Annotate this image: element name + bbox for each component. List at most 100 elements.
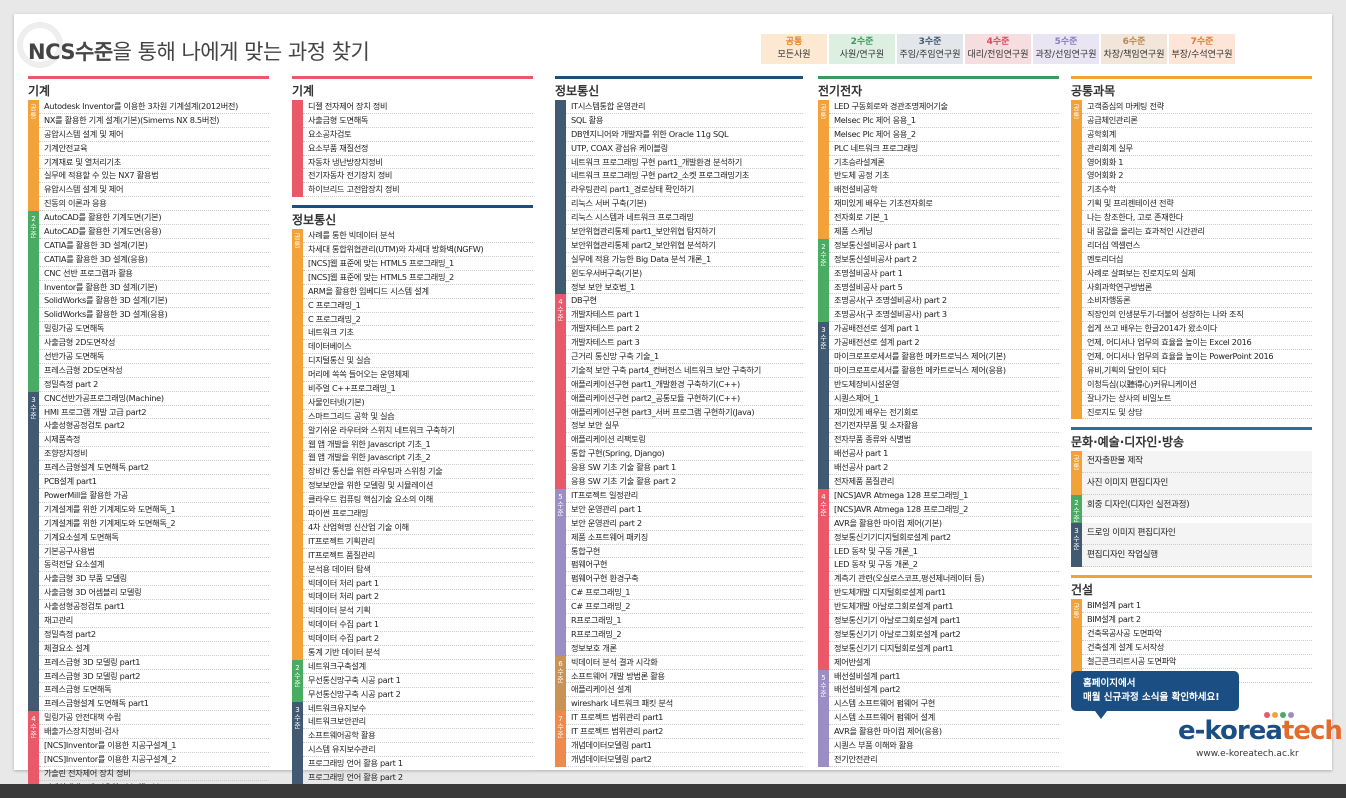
course-item[interactable]: 전기자동차 전기장치 정비 [303, 169, 533, 184]
course-item[interactable]: 동력전달 요소설계 [39, 558, 269, 573]
course-item[interactable]: 가솔린 전자제어 장치 정비 [39, 767, 269, 781]
course-item[interactable]: 네트워크보안관리 [303, 715, 533, 730]
course-item[interactable]: 기초수학 [1082, 183, 1312, 198]
course-item[interactable]: Melsec Plc 제어 응용_1 [829, 114, 1059, 128]
course-item[interactable]: R프로그래밍_2 [566, 628, 803, 642]
course-item[interactable]: 윈도우서버구축(기본) [566, 267, 803, 281]
course-item[interactable]: 조명설비공사 part 5 [829, 281, 1059, 295]
course-item[interactable]: 쉽게 쓰고 배우는 한글2014가 왔소이다 [1082, 322, 1312, 337]
course-item[interactable]: 사출금형 3D 어셈블리 모델링 [39, 586, 269, 601]
course-item[interactable]: 파이썬 프로그래밍 [303, 507, 533, 521]
course-item[interactable]: 소비자행동론 [1082, 294, 1312, 309]
course-item[interactable]: 웹 앱 개발을 위한 Javascript 기초_1 [303, 438, 533, 452]
course-item[interactable]: 조향장치정비 [39, 447, 269, 462]
course-item[interactable]: C# 프로그래밍_2 [566, 600, 803, 614]
course-item[interactable]: 제품 스케닝 [829, 225, 1059, 239]
website-url[interactable]: www.e-koreatech.ac.kr [1196, 749, 1299, 759]
course-item[interactable]: 유압시스템 설계 및 제어 [39, 183, 269, 198]
course-item[interactable]: 애플리케이션 설계 [566, 683, 803, 698]
course-item[interactable]: 전자제품 품질관리 [829, 475, 1059, 489]
course-item[interactable]: Autodesk Inventor를 이용한 3차원 기계설계(2012버전) [39, 100, 269, 114]
course-item[interactable]: IT 프로젝트 범위관리 part1 [566, 711, 803, 726]
course-item[interactable]: AutoCAD를 활용한 기계도면(응용) [39, 225, 269, 239]
course-item[interactable]: 사출금형 도면해독 [303, 114, 533, 128]
course-item[interactable]: 계측기 관련(오실로스코프,평션제너레이터 등) [829, 572, 1059, 587]
course-item[interactable]: 소프트웨어 개발 방법론 활용 [566, 670, 803, 684]
course-item[interactable]: C 프로그래밍_1 [303, 299, 533, 313]
course-item[interactable]: 차세대 통합위협관리(UTM)와 차세대 방화벽(NGFW) [303, 243, 533, 258]
course-item[interactable]: 시스템 소프트웨어 펌웨어 설계 [829, 711, 1059, 726]
course-item[interactable]: 정밀측정 part 2 [39, 378, 269, 392]
course-item[interactable]: PCB설계 part1 [39, 475, 269, 489]
course-item[interactable]: [NCS]AVR Atmega 128 프로그래밍_2 [829, 503, 1059, 517]
course-item[interactable]: 사례로 살펴보는 진로지도의 실제 [1082, 267, 1312, 281]
course-item[interactable]: 근거리 통신망 구축 기술_1 [566, 350, 803, 364]
course-item[interactable]: 장비간 통신을 위한 라우팅과 스위칭 기술 [303, 465, 533, 480]
course-item[interactable]: 영어회화 1 [1082, 156, 1312, 170]
course-item[interactable]: 반도체개발 디지털회로설계 part1 [829, 586, 1059, 601]
course-item[interactable]: 전기안전관리 [829, 753, 1059, 767]
course-item[interactable]: 응용 SW 기초 기술 활용 part 2 [566, 475, 803, 489]
course-item[interactable]: 개발자테스트 part 3 [566, 336, 803, 351]
course-item[interactable]: [NCS]웹 표준에 맞는 HTML5 프로그래밍_2 [303, 271, 533, 285]
course-item[interactable]: 사출성형공정검토 part2 [39, 419, 269, 434]
course-item[interactable]: wireshark 네트워크 패킷 분석 [566, 697, 803, 712]
course-item[interactable]: PowerMill을 활용한 가공 [39, 489, 269, 503]
course-item[interactable]: 고객중심의 마케팅 전략 [1082, 100, 1312, 114]
course-item[interactable]: AutoCAD를 활용한 기계도면(기본) [39, 211, 269, 226]
course-item[interactable]: 펌웨어구현 환경구축 [566, 572, 803, 587]
course-item[interactable]: SolidWorks를 활용한 3D 설계(응용) [39, 308, 269, 323]
course-item[interactable]: 편집디자인 작업실행 [1082, 545, 1312, 568]
course-item[interactable]: 디젤 전자제어 장치 정비 [303, 100, 533, 114]
course-item[interactable]: [NCS]Inventor를 이용한 치공구설계_1 [39, 739, 269, 753]
course-item[interactable]: 실무에 적용 가능한 Big Data 분석 개론_1 [566, 253, 803, 267]
course-item[interactable]: [NCS]Inventor를 이용한 치공구설계_2 [39, 753, 269, 767]
course-item[interactable]: AVR을 활용한 마이컴 제어(응용) [829, 725, 1059, 739]
course-item[interactable]: 시제품측정 [39, 433, 269, 448]
course-item[interactable]: C# 프로그래밍_1 [566, 586, 803, 601]
course-item[interactable]: CATIA를 활용한 3D 설계(기본) [39, 239, 269, 253]
course-item[interactable]: 체결요소 설계 [39, 642, 269, 656]
course-item[interactable]: 정보통신기기 아날로그회로설계 part2 [829, 628, 1059, 642]
course-item[interactable]: 밀링가공 안전대책 수립 [39, 711, 269, 726]
course-item[interactable]: LED 동작 및 구동 개론_1 [829, 545, 1059, 559]
course-item[interactable]: 애플리케이션구현 part2_공통모듈 구현하기(C++) [566, 392, 803, 406]
course-item[interactable]: 정보 보안 실무 [566, 419, 803, 434]
course-item[interactable]: IT프로젝트 일정관리 [566, 489, 803, 503]
course-item[interactable]: 디지털통신 및 실습 [303, 354, 533, 369]
course-item[interactable]: 유비,기획의 달인이 되다 [1082, 364, 1312, 378]
course-item[interactable]: 클라우드 컴퓨팅 핵심기술 요소의 이해 [303, 493, 533, 508]
course-item[interactable]: 철근콘크리트시공 도면파악 [1082, 655, 1312, 669]
course-item[interactable]: 사례를 통한 빅데이터 분석 [303, 229, 533, 244]
course-item[interactable]: 사회과학연구방법론 [1082, 281, 1312, 295]
course-item[interactable]: 프레스금형 3D 모델링 part2 [39, 670, 269, 684]
course-item[interactable]: 개발자테스트 part 1 [566, 308, 803, 323]
course-item[interactable]: 정보통신기기 아날로그회로설계 part1 [829, 614, 1059, 628]
course-item[interactable]: 리더십 엑셀런스 [1082, 239, 1312, 253]
course-item[interactable]: 스마트그리드 공학 및 실습 [303, 410, 533, 424]
course-item[interactable]: 프로그래밍 언어 활용 part 2 [303, 771, 533, 785]
course-item[interactable]: CNC 선반 프로그램과 활용 [39, 267, 269, 281]
course-item[interactable]: IT시스템통합 운영관리 [566, 100, 803, 114]
course-item[interactable]: 요소공차검토 [303, 128, 533, 142]
course-item[interactable]: [NCS]웹 표준에 맞는 HTML5 프로그래밍_1 [303, 257, 533, 271]
course-item[interactable]: [NCS]AVR Atmega 128 프로그래밍_1 [829, 489, 1059, 503]
course-item[interactable]: 빅데이터 수집 part 1 [303, 618, 533, 633]
course-item[interactable]: 제어반설계 [829, 656, 1059, 670]
course-item[interactable]: 응용 SW 기초 기술 활용 part 1 [566, 461, 803, 476]
course-item[interactable]: 프레스금형 도면해독 [39, 683, 269, 698]
course-item[interactable]: 배선공사 part 1 [829, 447, 1059, 462]
course-item[interactable]: 배선설비설계 part2 [829, 683, 1059, 698]
course-item[interactable]: 빅데이터 분석 기획 [303, 604, 533, 619]
course-item[interactable]: 펌웨어구현 [566, 558, 803, 573]
course-item[interactable]: 이청득심(以聽得心)커뮤니케이션 [1082, 378, 1312, 392]
course-item[interactable]: 사물인터넷(기본) [303, 396, 533, 410]
course-item[interactable]: 네트워크유지보수 [303, 702, 533, 716]
course-item[interactable]: 반도체장비시설운영 [829, 378, 1059, 392]
course-item[interactable]: 데이터베이스 [303, 340, 533, 355]
homepage-callout[interactable]: 홈페이지에서 매월 신규과정 소식을 확인하세요! [1071, 671, 1239, 719]
course-item[interactable]: 건축목공사공 도면파악 [1082, 627, 1312, 642]
course-item[interactable]: SolidWorks를 활용한 3D 설계(기본) [39, 294, 269, 309]
course-item[interactable]: 전자출판물 제작 [1082, 451, 1312, 474]
course-item[interactable]: 시스템 유지보수관리 [303, 743, 533, 758]
